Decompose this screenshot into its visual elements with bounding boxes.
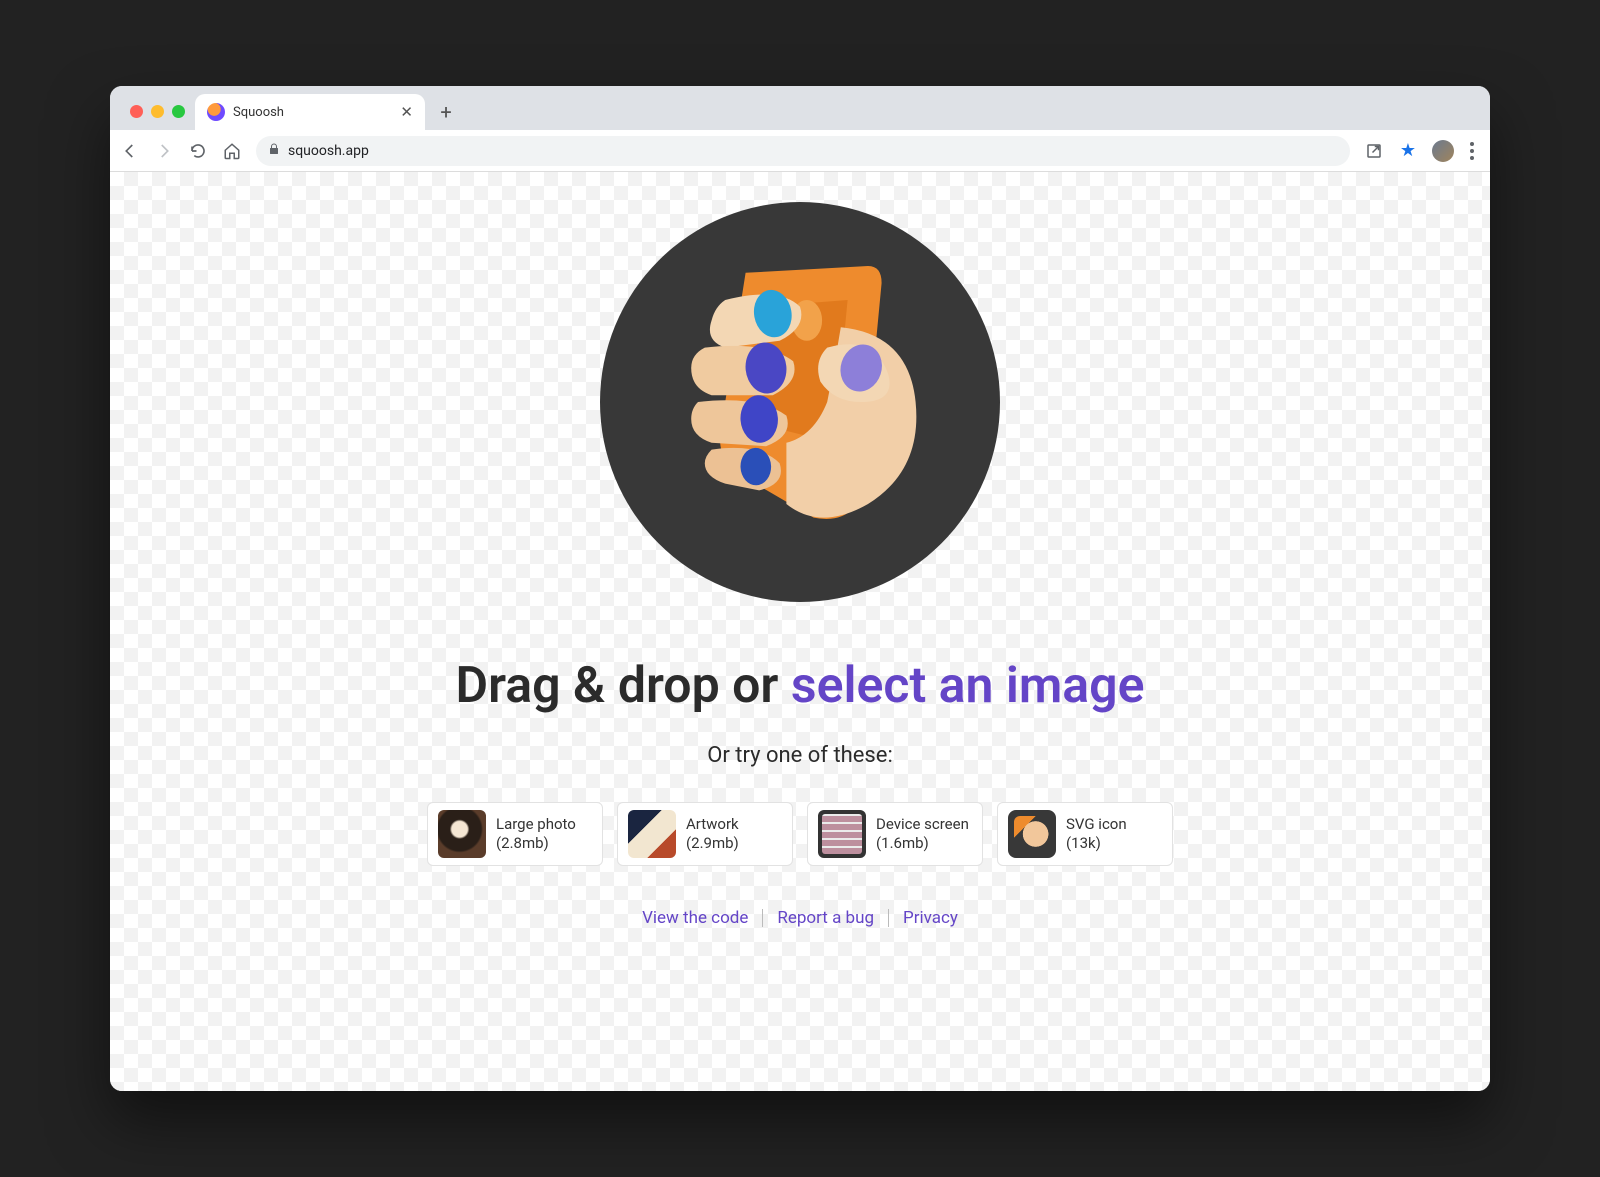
sample-label: Artwork (686, 815, 739, 834)
page-content[interactable]: Drag & drop or select an image Or try on… (110, 172, 1490, 1091)
tab-title: Squoosh (233, 105, 392, 120)
tab-bar: Squoosh ✕ + (110, 86, 1490, 130)
url-text: squoosh.app (288, 143, 369, 159)
browser-tab[interactable]: Squoosh ✕ (195, 94, 425, 130)
window-controls (120, 105, 195, 130)
sample-size: (2.9mb) (686, 834, 739, 853)
select-image-link[interactable]: select an image (791, 657, 1145, 715)
maximize-window-button[interactable] (172, 105, 185, 118)
favicon-icon (207, 103, 225, 121)
sample-size: (13k) (1066, 834, 1127, 853)
close-tab-icon[interactable]: ✕ (400, 103, 413, 121)
sample-size: (2.8mb) (496, 834, 576, 853)
close-window-button[interactable] (130, 105, 143, 118)
privacy-link[interactable]: Privacy (903, 908, 958, 928)
home-button[interactable] (222, 141, 242, 161)
browser-menu-button[interactable] (1470, 142, 1474, 160)
squoosh-logo (600, 202, 1000, 602)
back-button[interactable] (120, 141, 140, 161)
minimize-window-button[interactable] (151, 105, 164, 118)
sample-thumb-icon (628, 810, 676, 858)
bookmark-star-icon[interactable]: ★ (1400, 140, 1416, 161)
sample-device-screen[interactable]: Device screen (1.6mb) (807, 802, 983, 866)
sample-label: Large photo (496, 815, 576, 834)
sample-thumb-icon (818, 810, 866, 858)
subheading: Or try one of these: (707, 743, 893, 768)
drag-drop-text: Drag & drop or (456, 657, 791, 715)
profile-avatar[interactable] (1432, 140, 1454, 162)
forward-button[interactable] (154, 141, 174, 161)
browser-toolbar: squoosh.app ★ (110, 130, 1490, 172)
lock-icon (268, 142, 280, 159)
address-bar[interactable]: squoosh.app (256, 136, 1350, 166)
sample-thumb-icon (438, 810, 486, 858)
sample-list: Large photo (2.8mb) Artwork (2.9mb) Devi… (427, 802, 1173, 866)
sample-large-photo[interactable]: Large photo (2.8mb) (427, 802, 603, 866)
separator (888, 909, 889, 927)
sample-label: SVG icon (1066, 815, 1127, 834)
footer-links: View the code Report a bug Privacy (642, 908, 958, 928)
sample-label: Device screen (876, 815, 969, 834)
new-tab-button[interactable]: + (431, 97, 461, 127)
headline: Drag & drop or select an image (456, 657, 1145, 715)
view-code-link[interactable]: View the code (642, 908, 748, 928)
browser-window: Squoosh ✕ + squoosh.app ★ (110, 86, 1490, 1091)
sample-size: (1.6mb) (876, 834, 969, 853)
report-bug-link[interactable]: Report a bug (777, 908, 874, 928)
separator (762, 909, 763, 927)
sample-svg-icon[interactable]: SVG icon (13k) (997, 802, 1173, 866)
open-external-icon[interactable] (1364, 141, 1384, 161)
reload-button[interactable] (188, 141, 208, 161)
sample-thumb-icon (1008, 810, 1056, 858)
sample-artwork[interactable]: Artwork (2.9mb) (617, 802, 793, 866)
toolbar-right: ★ (1364, 140, 1480, 162)
hand-squeeze-icon (630, 232, 970, 572)
